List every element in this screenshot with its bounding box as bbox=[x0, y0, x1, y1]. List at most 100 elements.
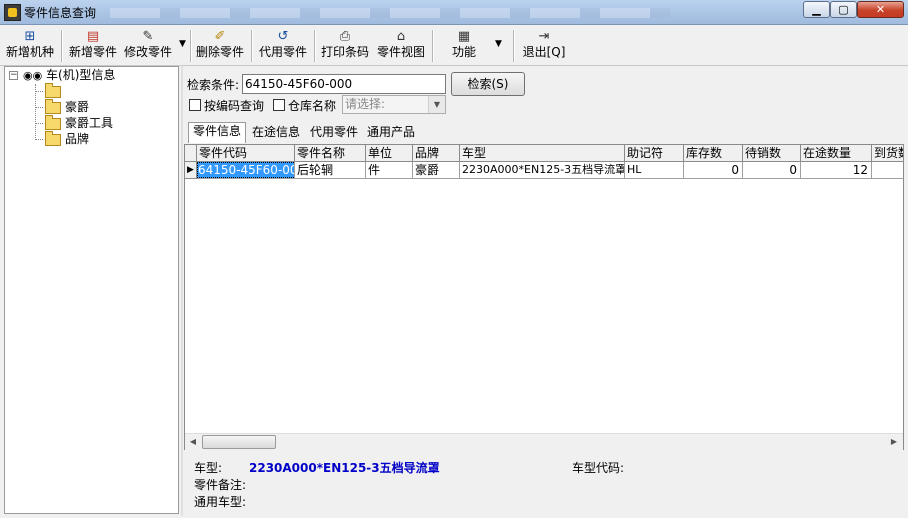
col-header-mnemonic[interactable]: 助记符 bbox=[625, 145, 684, 162]
search-label: 检索条件: bbox=[187, 78, 240, 92]
part-view-label: 零件视图 bbox=[376, 45, 425, 59]
exit-door-icon: ⇥ bbox=[538, 29, 550, 44]
col-header-pending[interactable]: 待销数 bbox=[743, 145, 801, 162]
exit-button[interactable]: ⇥ 退出[Q] bbox=[521, 27, 567, 63]
refresh-icon: ↺ bbox=[277, 29, 289, 44]
col-header-stock[interactable]: 库存数 bbox=[684, 145, 743, 162]
col-header-brand[interactable]: 品牌 bbox=[413, 145, 460, 162]
scroll-left-icon[interactable]: ◀ bbox=[186, 436, 200, 448]
tree-item-label: 品牌 bbox=[65, 132, 90, 146]
maximize-button[interactable]: ▢ bbox=[830, 1, 857, 18]
footer-model-label: 车型: bbox=[194, 461, 223, 475]
col-header-arrived[interactable]: 到货数 bbox=[872, 145, 903, 162]
edit-part-icon: ✎ bbox=[142, 29, 154, 44]
col-header-code[interactable]: 零件代码 bbox=[197, 145, 295, 162]
title-bar-blur bbox=[110, 8, 670, 18]
tree-item-haojue[interactable]: 豪爵 bbox=[45, 98, 90, 115]
substitute-part-button[interactable]: ↺ 代用零件 bbox=[256, 27, 310, 63]
new-part-button[interactable]: ▤ 新增零件 bbox=[66, 27, 120, 63]
cell-mnemonic[interactable]: HL bbox=[625, 162, 684, 179]
footer-model-code-label: 车型代码: bbox=[572, 461, 625, 475]
cell-model[interactable]: 2230A000*EN125-3五档导流罩 bbox=[460, 162, 625, 179]
tree-item-label: 豪爵 bbox=[65, 100, 90, 114]
tab-in-transit[interactable]: 在途信息 bbox=[248, 124, 304, 141]
col-header-unit[interactable]: 单位 bbox=[366, 145, 413, 162]
scroll-right-icon[interactable]: ▶ bbox=[887, 436, 901, 448]
print-barcode-button[interactable]: ⎙ 打印条码 bbox=[319, 27, 371, 63]
toolbar: ⊞ 新增机种 ▤ 新增零件 ✎ 修改零件 ▼ ✐ 删除零件 ↺ 代用零件 ⎙ 打… bbox=[0, 25, 908, 66]
toolbar-separator bbox=[190, 30, 192, 62]
cell-unit[interactable]: 件 bbox=[366, 162, 413, 179]
close-button[interactable]: ✕ bbox=[857, 1, 904, 18]
tree-item-label: 豪爵工具 bbox=[65, 116, 114, 130]
part-view-button[interactable]: ⌂ 零件视图 bbox=[374, 27, 428, 63]
new-model-label: 新增机种 bbox=[5, 45, 54, 59]
tree-root[interactable]: ◉◉ 车(机)型信息 bbox=[23, 67, 115, 83]
grid-corner bbox=[185, 145, 197, 162]
warehouse-select[interactable]: 请选择: ▼ bbox=[342, 95, 446, 114]
cell-stock[interactable]: 0 bbox=[684, 162, 743, 179]
title-bar: 零件信息查询 ▁ ▢ ✕ bbox=[0, 0, 908, 25]
tab-common-product[interactable]: 通用产品 bbox=[363, 124, 419, 141]
grid-header: 零件代码 零件名称 单位 品牌 车型 助记符 库存数 待销数 在途数量 到货数 bbox=[185, 145, 903, 162]
search-input[interactable]: 64150-45F60-000 bbox=[242, 74, 446, 94]
delete-part-button[interactable]: ✐ 删除零件 bbox=[194, 27, 246, 63]
footer-common-label: 通用车型: bbox=[194, 495, 247, 509]
warehouse-checkbox[interactable] bbox=[273, 99, 285, 111]
cell-in-transit[interactable]: 12 bbox=[801, 162, 872, 179]
col-header-name[interactable]: 零件名称 bbox=[295, 145, 366, 162]
edit-part-button[interactable]: ✎ 修改零件 bbox=[122, 27, 174, 63]
tab-substitute[interactable]: 代用零件 bbox=[306, 124, 362, 141]
chevron-down-icon: ▼ bbox=[428, 96, 445, 113]
window-title: 零件信息查询 bbox=[24, 6, 97, 20]
model-tree: − ◉◉ 车(机)型信息 豪爵 豪爵工具 品牌 bbox=[4, 66, 179, 514]
tree-item-unnamed[interactable] bbox=[45, 82, 65, 99]
function-dropdown-arrow[interactable]: ▼ bbox=[495, 39, 502, 49]
main-window: 零件信息查询 ▁ ▢ ✕ ⊞ 新增机种 ▤ 新增零件 ✎ 修改零件 ▼ ✐ 删除… bbox=[0, 0, 908, 518]
warehouse-select-value: 请选择: bbox=[345, 97, 386, 111]
new-part-icon: ▤ bbox=[86, 29, 100, 44]
footer-remark-label: 零件备注: bbox=[194, 478, 247, 492]
cell-pending[interactable]: 0 bbox=[743, 162, 801, 179]
warehouse-label: 仓库名称 bbox=[288, 99, 337, 113]
tree-root-label: 车(机)型信息 bbox=[46, 68, 116, 82]
exit-label: 退出[Q] bbox=[522, 45, 566, 59]
tab-part-info[interactable]: 零件信息 bbox=[188, 122, 247, 143]
toolbar-separator bbox=[513, 30, 515, 62]
scrollbar-thumb[interactable] bbox=[202, 435, 276, 449]
cell-name[interactable]: 后轮辋 bbox=[295, 162, 366, 179]
new-model-icon: ⊞ bbox=[24, 29, 36, 44]
edit-part-dropdown-arrow[interactable]: ▼ bbox=[179, 39, 186, 49]
grid-horizontal-scrollbar[interactable]: ◀ ▶ bbox=[185, 433, 903, 450]
cell-code-value: 64150-45F60-000 bbox=[197, 162, 294, 178]
cell-code[interactable]: 64150-45F60-000 bbox=[197, 162, 295, 179]
building-icon: ⌂ bbox=[396, 29, 406, 44]
by-code-checkbox[interactable] bbox=[189, 99, 201, 111]
folder-icon bbox=[45, 130, 61, 146]
pane-splitter[interactable] bbox=[181, 66, 183, 516]
tree-line bbox=[35, 107, 43, 108]
folder-icon bbox=[45, 82, 61, 98]
cell-arrived[interactable] bbox=[872, 162, 903, 179]
col-header-model[interactable]: 车型 bbox=[460, 145, 625, 162]
minimize-button[interactable]: ▁ bbox=[803, 1, 830, 18]
parts-grid: 零件代码 零件名称 单位 品牌 车型 助记符 库存数 待销数 在途数量 到货数 … bbox=[184, 144, 904, 450]
tree-item-brand[interactable]: 品牌 bbox=[45, 130, 90, 147]
new-model-button[interactable]: ⊞ 新增机种 bbox=[2, 27, 58, 63]
cell-brand[interactable]: 豪爵 bbox=[413, 162, 460, 179]
tree-line bbox=[35, 123, 43, 124]
by-code-label: 按编码查询 bbox=[204, 99, 265, 113]
tree-item-haojue-tools[interactable]: 豪爵工具 bbox=[45, 114, 114, 131]
edit-part-label: 修改零件 bbox=[123, 45, 172, 59]
folder-icon bbox=[45, 114, 61, 130]
substitute-part-label: 代用零件 bbox=[258, 45, 307, 59]
toolbar-separator bbox=[251, 30, 253, 62]
search-button[interactable]: 检索(S) bbox=[451, 72, 525, 96]
function-button[interactable]: ▦ 功能 bbox=[444, 27, 484, 63]
tree-collapse-toggle[interactable]: − bbox=[9, 71, 18, 80]
col-header-in-transit[interactable]: 在途数量 bbox=[801, 145, 872, 162]
function-label: 功能 bbox=[451, 45, 476, 59]
tree-line bbox=[35, 84, 36, 140]
folder-icon bbox=[45, 98, 61, 114]
toolbar-separator bbox=[314, 30, 316, 62]
